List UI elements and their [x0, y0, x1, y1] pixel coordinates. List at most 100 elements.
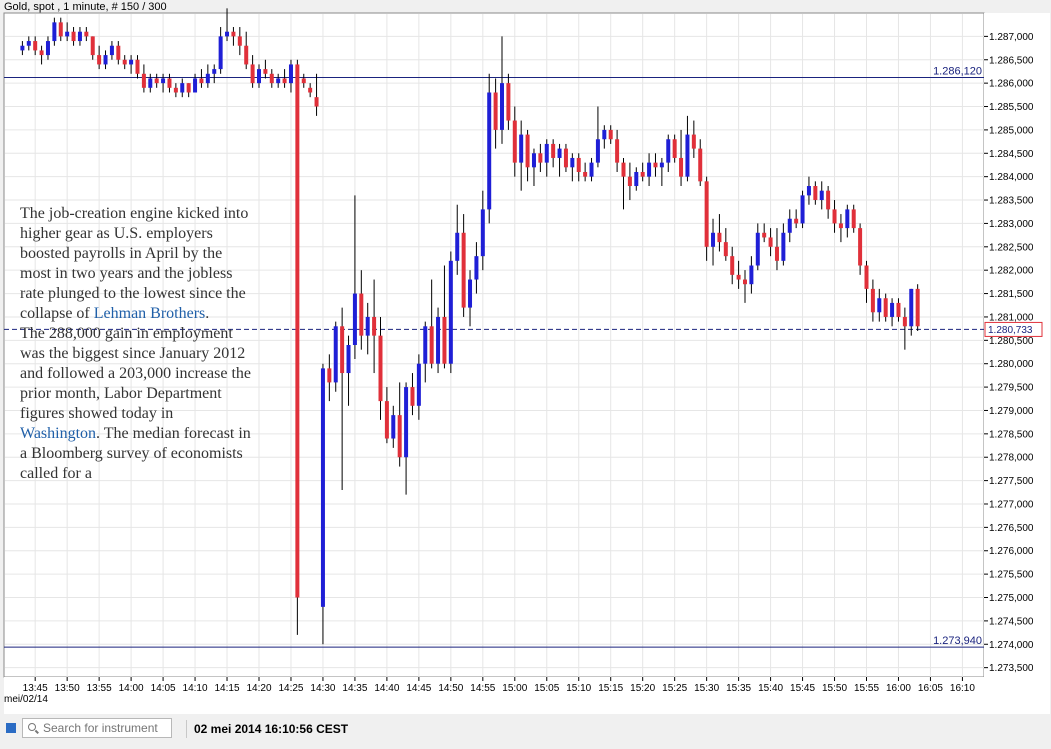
- candle-body: [103, 55, 108, 65]
- x-tick-label: 15:40: [758, 683, 783, 694]
- candle-body: [448, 260, 453, 364]
- candle-body: [109, 45, 114, 56]
- candle-body: [269, 73, 274, 84]
- washington-link[interactable]: Washington: [20, 425, 96, 442]
- y-tick-label: 1.280,000: [989, 359, 1034, 370]
- candle-body: [167, 78, 172, 88]
- candle-body: [378, 335, 383, 402]
- candle-body: [768, 237, 773, 247]
- candle-body: [333, 326, 338, 383]
- candle-body: [320, 368, 325, 607]
- candle-body: [416, 363, 421, 406]
- candle-body: [557, 148, 562, 158]
- candle-body: [474, 256, 479, 280]
- candle-body: [346, 345, 351, 374]
- x-tick-label: 15:20: [630, 683, 655, 694]
- x-tick-label: 15:15: [598, 683, 623, 694]
- x-tick-label: 14:35: [342, 683, 367, 694]
- y-tick-label: 1.285,000: [989, 125, 1034, 136]
- candle-body: [352, 293, 357, 345]
- lower-level-label: 1.273,940: [933, 635, 982, 647]
- candle-body: [845, 209, 850, 229]
- candle-body: [749, 265, 754, 285]
- candle-body: [653, 162, 658, 168]
- y-tick-label: 1.273,500: [989, 663, 1034, 674]
- y-tick-label: 1.284,000: [989, 172, 1034, 183]
- status-timestamp: 02 mei 2014 16:10:56 CEST: [194, 722, 349, 736]
- candle-body: [231, 31, 236, 37]
- candle-body: [314, 97, 319, 107]
- candle-body: [237, 36, 242, 46]
- candle-body: [858, 228, 863, 266]
- y-tick-label: 1.283,500: [989, 196, 1034, 207]
- candle-body: [480, 209, 485, 257]
- y-tick-label: 1.277,000: [989, 499, 1034, 510]
- candle-body: [576, 157, 581, 172]
- candle-body: [806, 186, 811, 196]
- candle-body: [282, 78, 287, 84]
- lehman-brothers-link[interactable]: Lehman Brothers: [94, 305, 206, 322]
- candle-body: [193, 78, 198, 93]
- x-tick-label: 14:00: [119, 683, 144, 694]
- candle: [448, 251, 453, 374]
- y-tick-label: 1.275,000: [989, 593, 1034, 604]
- candle-body: [263, 69, 268, 74]
- candle-body: [512, 120, 517, 163]
- candle-body: [199, 78, 204, 84]
- candle-body: [583, 171, 588, 177]
- status-square-icon[interactable]: [6, 723, 16, 733]
- y-tick-label: 1.275,500: [989, 570, 1034, 581]
- candle-body: [500, 83, 504, 130]
- candle-body: [468, 279, 473, 308]
- x-tick-label: 16:00: [886, 683, 911, 694]
- candle-body: [257, 69, 261, 84]
- candle-body: [97, 55, 102, 65]
- candle: [800, 190, 805, 229]
- candle-body: [288, 64, 293, 84]
- candle-body: [595, 139, 600, 163]
- candle-body: [455, 232, 460, 261]
- candle: [436, 307, 441, 374]
- candle-body: [65, 31, 70, 37]
- candle-body: [589, 162, 594, 177]
- candle-body: [672, 139, 677, 158]
- y-tick-label: 1.276,000: [989, 546, 1034, 557]
- x-tick-label: 13:55: [87, 683, 112, 694]
- search-box[interactable]: [22, 718, 172, 738]
- y-tick-label: 1.280,500: [989, 336, 1034, 347]
- candle-body: [544, 143, 549, 163]
- candle-body: [883, 298, 888, 317]
- y-tick-label: 1.286,500: [989, 55, 1034, 66]
- candle-body: [531, 153, 536, 168]
- x-tick-label: 14:50: [438, 683, 463, 694]
- candle-body: [890, 302, 895, 317]
- candle-body: [39, 50, 44, 56]
- x-tick-label: 16:05: [918, 683, 943, 694]
- x-tick-label: 16:10: [950, 683, 975, 694]
- candle-body: [52, 22, 57, 42]
- candle-body: [794, 218, 799, 224]
- candle: [320, 363, 325, 645]
- candle-body: [308, 87, 313, 93]
- search-input[interactable]: [43, 720, 169, 736]
- candle-body: [404, 387, 409, 458]
- x-tick-label: 15:10: [566, 683, 591, 694]
- candle-body: [685, 134, 690, 177]
- news-paragraph-1: The job-creation engine kicked into high…: [20, 204, 256, 324]
- candle-body: [781, 232, 786, 261]
- candle-body: [666, 139, 671, 163]
- candle-body: [461, 232, 466, 308]
- candle-body: [116, 45, 121, 60]
- status-bar: 02 mei 2014 16:10:56 CEST: [0, 714, 1051, 749]
- candle-body: [359, 293, 364, 336]
- candle-body: [487, 92, 492, 210]
- candle-body: [730, 256, 735, 275]
- current-price-label: 1.280,733: [988, 325, 1033, 336]
- x-tick-label: 14:45: [406, 683, 431, 694]
- y-tick-label: 1.274,500: [989, 616, 1034, 627]
- candle-body: [608, 129, 613, 140]
- candle-body: [372, 316, 377, 336]
- y-tick-label: 1.279,000: [989, 406, 1034, 417]
- candle-body: [538, 153, 543, 163]
- candle-body: [915, 288, 920, 327]
